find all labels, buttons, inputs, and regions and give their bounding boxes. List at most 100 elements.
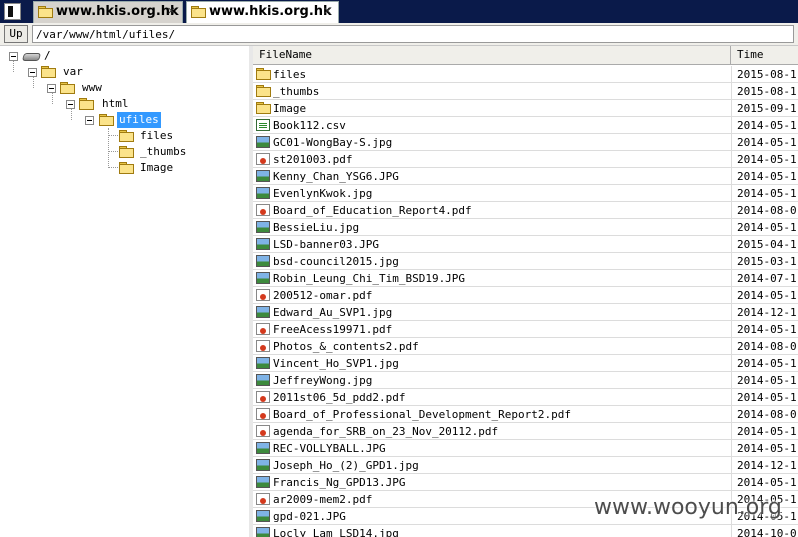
collapse-icon[interactable]: [66, 100, 75, 109]
column-divider: [731, 355, 732, 371]
pdf-file-icon: [256, 493, 270, 505]
file-row[interactable]: Photos_&_contents2.pdf 2014-08-0: [253, 338, 798, 355]
file-name: JeffreyWong.jpg: [273, 374, 373, 387]
folder-icon: [256, 68, 271, 80]
column-divider: [731, 66, 732, 82]
file-row[interactable]: BessieLiu.jpg 2014-05-1: [253, 219, 798, 236]
tab-close-button[interactable]: ×: [167, 1, 176, 21]
collapse-icon[interactable]: [28, 68, 37, 77]
file-name: GC01-WongBay-S.jpg: [273, 136, 393, 149]
file-row[interactable]: 2011st06_5d_pdd2.pdf 2014-05-1: [253, 389, 798, 406]
image-file-icon: [256, 170, 270, 182]
file-row[interactable]: 200512-omar.pdf 2014-05-1: [253, 287, 798, 304]
file-row[interactable]: LSD-banner03.JPG 2015-04-1: [253, 236, 798, 253]
file-row[interactable]: Joseph_Ho_(2)_GPD1.jpg 2014-12-1: [253, 457, 798, 474]
file-row[interactable]: Vincent_Ho_SVP1.jpg 2014-05-1: [253, 355, 798, 372]
tree-line: [108, 135, 118, 136]
image-file-icon: [256, 527, 270, 537]
drive-icon: [22, 51, 40, 61]
file-row[interactable]: Locly_Lam_LSD14.jpg 2014-10-0: [253, 525, 798, 537]
file-row[interactable]: Kenny_Chan_YSG6.JPG 2014-05-1: [253, 168, 798, 185]
file-name: Book112.csv: [273, 119, 346, 132]
file-name: Robin_Leung_Chi_Tim_BSD19.JPG: [273, 272, 466, 285]
folder-icon: [99, 114, 114, 126]
tree-line: [108, 151, 118, 152]
file-time: 2014-10-0: [737, 527, 797, 537]
tab-1[interactable]: www.hkis.org.hk ×: [33, 1, 183, 23]
column-divider: [731, 270, 732, 286]
image-file-icon: [256, 187, 270, 199]
file-row[interactable]: FreeAcess19971.pdf 2014-05-1: [253, 321, 798, 338]
tab-label: www.hkis.org.hk: [56, 4, 179, 19]
file-row[interactable]: Board_of_Professional_Development_Report…: [253, 406, 798, 423]
file-row[interactable]: Board_of_Education_Report4.pdf 2014-08-0: [253, 202, 798, 219]
file-row[interactable]: Edward_Au_SVP1.jpg 2014-12-1: [253, 304, 798, 321]
image-file-icon: [256, 476, 270, 488]
file-time: 2014-05-1: [737, 442, 797, 455]
tree-node-label: var: [63, 65, 83, 78]
tree-node-label: _thumbs: [140, 145, 187, 158]
column-divider: [731, 168, 732, 184]
file-name: REC-VOLLYBALL.JPG: [273, 442, 386, 455]
file-time: 2014-05-1: [737, 289, 797, 302]
image-file-icon: [256, 374, 270, 386]
file-row[interactable]: GC01-WongBay-S.jpg 2014-05-1: [253, 134, 798, 151]
file-row[interactable]: REC-VOLLYBALL.JPG 2014-05-1: [253, 440, 798, 457]
title-bar: www.hkis.org.hk × www.hkis.org.hk ×: [0, 0, 798, 23]
file-row[interactable]: EvenlynKwok.jpg 2014-05-1: [253, 185, 798, 202]
pdf-file-icon: [256, 425, 270, 437]
file-time: 2014-05-1: [737, 323, 797, 336]
pdf-file-icon: [256, 153, 270, 165]
tree-line: [108, 167, 118, 168]
file-name: bsd-council2015.jpg: [273, 255, 399, 268]
file-time: 2014-05-1: [737, 221, 797, 234]
collapse-icon[interactable]: [9, 52, 18, 61]
column-divider: [731, 372, 732, 388]
file-row[interactable]: JeffreyWong.jpg 2014-05-1: [253, 372, 798, 389]
column-divider: [731, 219, 732, 235]
tab-label: www.hkis.org.hk: [209, 4, 332, 19]
file-name: 2011st06_5d_pdd2.pdf: [273, 391, 406, 404]
file-row[interactable]: st201003.pdf 2014-05-1: [253, 151, 798, 168]
file-time: 2014-05-1: [737, 476, 797, 489]
folder-icon: [119, 146, 134, 158]
file-row[interactable]: bsd-council2015.jpg 2015-03-1: [253, 253, 798, 270]
folder-icon: [79, 98, 94, 110]
column-divider: [731, 117, 732, 133]
window-menu-icon[interactable]: [4, 3, 21, 20]
collapse-icon[interactable]: [47, 84, 56, 93]
tree-node-label: Image: [140, 161, 174, 174]
column-header-filename[interactable]: FileName: [253, 46, 731, 64]
file-row[interactable]: agenda_for_SRB_on_23_Nov_20112.pdf 2014-0…: [253, 423, 798, 440]
column-divider: [731, 185, 732, 201]
file-row[interactable]: Image 2015-09-1: [253, 100, 798, 117]
pdf-file-icon: [256, 323, 270, 335]
file-row[interactable]: Book112.csv 2014-05-1: [253, 117, 798, 134]
file-name: gpd-021.JPG: [273, 510, 346, 523]
column-divider: [731, 321, 732, 337]
file-row[interactable]: _thumbs 2015-08-1: [253, 83, 798, 100]
file-name: Francis_Ng_GPD13.JPG: [273, 476, 406, 489]
collapse-icon[interactable]: [85, 116, 94, 125]
file-row[interactable]: Robin_Leung_Chi_Tim_BSD19.JPG 2014-07-1: [253, 270, 798, 287]
up-button[interactable]: Up: [4, 25, 28, 43]
column-divider: [731, 406, 732, 422]
file-row[interactable]: Francis_Ng_GPD13.JPG 2014-05-1: [253, 474, 798, 491]
file-name: ar2009-mem2.pdf: [273, 493, 373, 506]
tab-2[interactable]: www.hkis.org.hk ×: [186, 1, 339, 23]
column-header-time[interactable]: Time: [731, 46, 798, 64]
column-divider: [731, 100, 732, 116]
file-row[interactable]: files 2015-08-1: [253, 66, 798, 83]
column-divider: [731, 134, 732, 150]
file-time: 2014-05-1: [737, 187, 797, 200]
file-time: 2014-12-1: [737, 459, 797, 472]
column-divider: [731, 457, 732, 473]
file-name: FreeAcess19971.pdf: [273, 323, 393, 336]
list-header: FileName Time: [253, 46, 798, 65]
path-input[interactable]: [32, 25, 794, 43]
file-list: FileName Time files 2015-08-1 _thumbs 2015-…: [253, 46, 798, 537]
column-divider: [731, 474, 732, 490]
tab-close-button[interactable]: ×: [323, 1, 332, 21]
image-file-icon: [256, 221, 270, 233]
file-time: 2014-05-1: [737, 374, 797, 387]
